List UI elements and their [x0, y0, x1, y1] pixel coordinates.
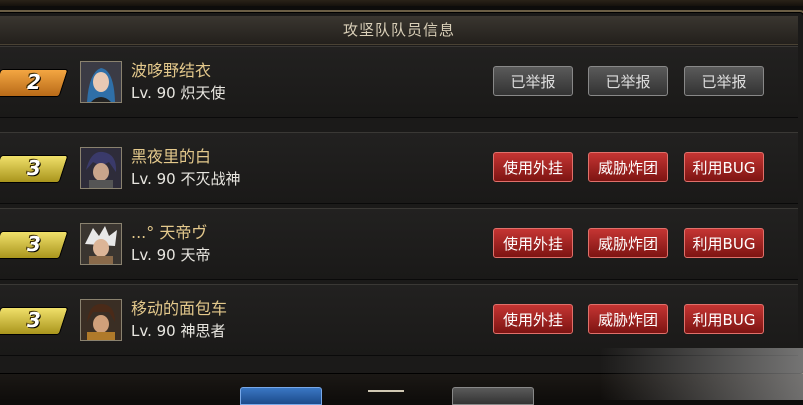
report-cheat-button[interactable]: 使用外挂 — [493, 152, 573, 182]
member-level: Lv. 90 — [131, 322, 176, 340]
member-level-class: Lv. 90 神思者 — [131, 320, 226, 341]
rank-number: 2 — [27, 70, 41, 94]
member-row: 3 ...° 天帝ヴ Lv. 90 天帝 使用外挂 威胁炸团 利用BUG — [0, 208, 798, 280]
member-level: Lv. 90 — [131, 84, 176, 102]
member-level: Lv. 90 — [131, 170, 176, 188]
report-threat-button[interactable]: 威胁炸团 — [588, 304, 668, 334]
report-threat-button[interactable]: 威胁炸团 — [588, 152, 668, 182]
report-bug-button[interactable]: 利用BUG — [684, 304, 764, 334]
report-bug-button[interactable]: 利用BUG — [684, 152, 764, 182]
rank-number: 3 — [27, 232, 41, 256]
rank-number: 3 — [27, 308, 41, 332]
member-class: 不灭战神 — [180, 170, 241, 188]
top-strip — [0, 0, 803, 6]
title-bar: 攻坚队队员信息 — [0, 16, 798, 45]
portrait-icon[interactable] — [80, 299, 122, 341]
member-class: 天帝 — [180, 246, 211, 264]
reported-button[interactable]: 已举报 — [493, 66, 573, 96]
report-cheat-button[interactable]: 使用外挂 — [493, 228, 573, 258]
member-level-class: Lv. 90 炽天使 — [131, 82, 226, 103]
member-row: 3 移动的面包车 Lv. 90 神思者 使用外挂 威胁炸团 利用BUG — [0, 284, 798, 356]
watermark-haze — [600, 348, 803, 400]
member-row: 3 黑夜里的白 Lv. 90 不灭战神 使用外挂 威胁炸团 利用BUG — [0, 132, 798, 204]
report-bug-button[interactable]: 利用BUG — [684, 228, 764, 258]
member-level-class: Lv. 90 天帝 — [131, 244, 211, 265]
portrait-icon[interactable] — [80, 147, 122, 189]
member-name: 移动的面包车 — [131, 299, 228, 318]
report-threat-button[interactable]: 威胁炸团 — [588, 228, 668, 258]
reported-button[interactable]: 已举报 — [588, 66, 668, 96]
member-level: Lv. 90 — [131, 246, 176, 264]
member-name: ...° 天帝ヴ — [131, 223, 208, 242]
portrait-icon[interactable] — [80, 223, 122, 265]
member-class: 炽天使 — [180, 84, 226, 102]
member-row: 2 波哆野结衣 Lv. 90 炽天使 已举报 已举报 已举报 — [0, 46, 798, 118]
rank-number: 3 — [27, 156, 41, 180]
member-level-class: Lv. 90 不灭战神 — [131, 168, 241, 189]
member-class: 神思者 — [180, 322, 226, 340]
page-indicator — [368, 390, 404, 402]
previous-page-button[interactable] — [240, 387, 322, 405]
report-cheat-button[interactable]: 使用外挂 — [493, 304, 573, 334]
member-name: 黑夜里的白 — [131, 147, 212, 166]
reported-button[interactable]: 已举报 — [684, 66, 764, 96]
next-page-button[interactable] — [452, 387, 534, 405]
dialog-title: 攻坚队队员信息 — [342, 21, 455, 39]
member-name: 波哆野结衣 — [131, 61, 212, 80]
portrait-icon[interactable] — [80, 61, 122, 103]
